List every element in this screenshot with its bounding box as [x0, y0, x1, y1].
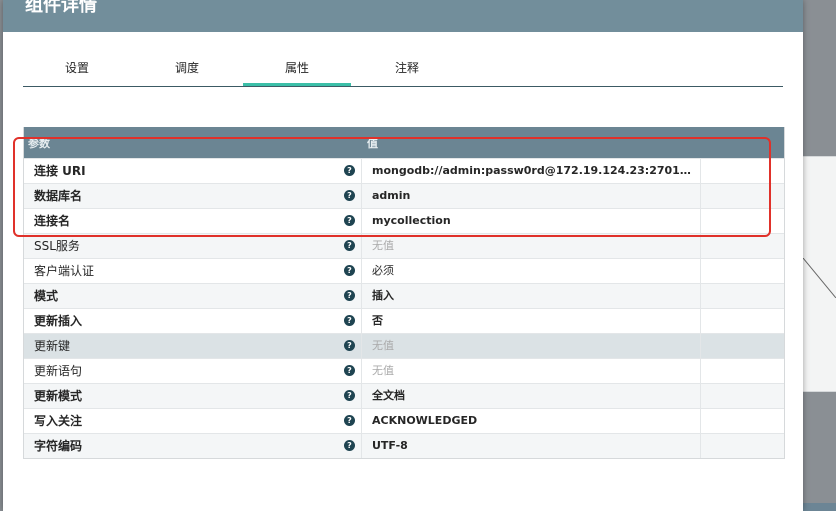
column-divider [361, 184, 362, 208]
table-row[interactable]: 客户端认证? 必须 [24, 258, 784, 283]
property-name: 模式 [34, 289, 59, 303]
dialog-header: 组件详情 [3, 0, 803, 32]
column-divider [361, 359, 362, 383]
property-name: 连接名 [34, 214, 71, 228]
property-name: SSL服务 [34, 239, 80, 253]
property-name: 连接 URI [34, 164, 86, 178]
question-circle-icon[interactable]: ? [344, 365, 355, 376]
property-value[interactable]: ACKNOWLEDGED [372, 409, 698, 433]
column-divider [361, 384, 362, 408]
column-header-value[interactable]: 值 [367, 135, 378, 151]
tab-bar: 设置 调度 属性 注释 [23, 52, 783, 87]
property-value[interactable]: mycollection [372, 209, 698, 233]
property-value[interactable]: 无值 [372, 334, 698, 358]
question-circle-icon[interactable]: ? [344, 290, 355, 301]
table-row[interactable]: 更新语句? 无值 [24, 358, 784, 383]
property-value[interactable]: UTF-8 [372, 434, 698, 458]
column-divider [700, 159, 701, 183]
table-row[interactable]: 写入关注? ACKNOWLEDGED [24, 408, 784, 433]
column-divider [700, 409, 701, 433]
column-divider [700, 309, 701, 333]
question-circle-icon[interactable]: ? [344, 315, 355, 326]
property-name: 更新键 [34, 339, 71, 353]
property-value[interactable]: mongodb://admin:passw0rd@172.19.124.23:2… [372, 159, 698, 183]
table-row[interactable]: 字符编码? UTF-8 [24, 433, 784, 458]
column-divider [700, 334, 701, 358]
table-row[interactable]: 连接 URI? mongodb://admin:passw0rd@172.19.1… [24, 158, 784, 183]
question-circle-icon[interactable]: ? [344, 390, 355, 401]
column-divider [700, 434, 701, 458]
column-divider [361, 259, 362, 283]
table-row[interactable]: 更新插入? 否 [24, 308, 784, 333]
property-value[interactable]: 否 [372, 309, 698, 333]
question-circle-icon[interactable]: ? [344, 415, 355, 426]
question-circle-icon[interactable]: ? [344, 240, 355, 251]
column-divider [700, 209, 701, 233]
question-circle-icon[interactable]: ? [344, 190, 355, 201]
tab-comments[interactable]: 注释 [353, 52, 461, 84]
table-row[interactable]: 更新模式? 全文档 [24, 383, 784, 408]
column-divider [361, 309, 362, 333]
question-circle-icon[interactable]: ? [344, 340, 355, 351]
column-divider [361, 334, 362, 358]
background-connection-line [803, 258, 836, 298]
property-name: 字符编码 [34, 439, 83, 453]
property-value[interactable]: 必须 [372, 259, 698, 283]
tab-settings[interactable]: 设置 [23, 52, 131, 84]
column-divider [361, 159, 362, 183]
column-divider [700, 284, 701, 308]
column-divider [700, 359, 701, 383]
property-name: 写入关注 [34, 414, 83, 428]
column-divider [361, 284, 362, 308]
property-name: 更新插入 [34, 314, 83, 328]
property-value[interactable]: 全文档 [372, 384, 698, 408]
column-header-name[interactable]: 参数 [28, 135, 50, 151]
column-divider [700, 259, 701, 283]
property-name: 更新语句 [34, 364, 83, 378]
column-divider [361, 409, 362, 433]
property-value[interactable]: admin [372, 184, 698, 208]
property-name: 更新模式 [34, 389, 83, 403]
column-divider [361, 434, 362, 458]
component-details-dialog: 组件详情 设置 调度 属性 注释 参数 值 连接 URI? mongodb://a… [3, 0, 803, 511]
table-row[interactable]: SSL服务? 无值 [24, 233, 784, 258]
property-value[interactable]: 插入 [372, 284, 698, 308]
column-divider [361, 209, 362, 233]
tab-scheduling[interactable]: 调度 [133, 52, 241, 84]
question-circle-icon[interactable]: ? [344, 265, 355, 276]
table-header: 参数 值 [24, 127, 784, 158]
question-circle-icon[interactable]: ? [344, 165, 355, 176]
column-divider [700, 184, 701, 208]
question-circle-icon[interactable]: ? [344, 215, 355, 226]
property-value[interactable]: 无值 [372, 359, 698, 383]
column-divider [361, 234, 362, 258]
tab-properties[interactable]: 属性 [243, 52, 351, 86]
column-divider [700, 234, 701, 258]
table-row[interactable]: 连接名? mycollection [24, 208, 784, 233]
column-divider [700, 384, 701, 408]
properties-table: 参数 值 连接 URI? mongodb://admin:passw0rd@172… [23, 127, 785, 459]
table-row[interactable]: 模式? 插入 [24, 283, 784, 308]
property-name: 数据库名 [34, 189, 83, 203]
table-row[interactable]: 更新键? 无值 [24, 333, 784, 358]
property-value[interactable]: 无值 [372, 234, 698, 258]
property-name: 客户端认证 [34, 264, 95, 278]
table-row[interactable]: 数据库名? admin [24, 183, 784, 208]
dialog-title: 组件详情 [25, 0, 97, 16]
question-circle-icon[interactable]: ? [344, 440, 355, 451]
